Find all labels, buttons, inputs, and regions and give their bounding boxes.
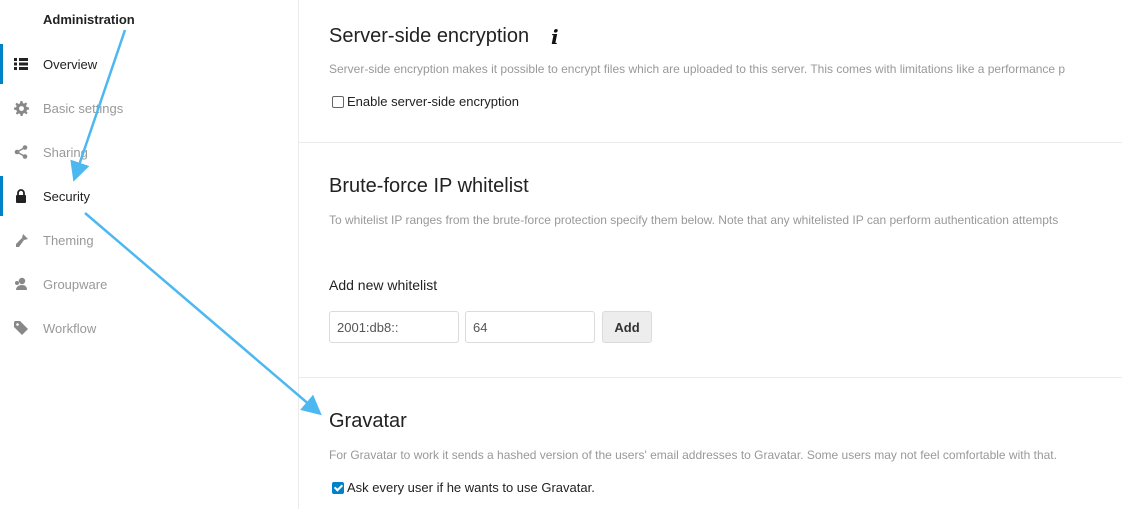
sidebar-item-security[interactable]: Security [0, 176, 297, 216]
add-whitelist-title: Add new whitelist [329, 277, 438, 293]
bruteforce-description: To whitelist IP ranges from the brute-fo… [329, 213, 1059, 227]
sidebar-item-label: Overview [43, 56, 98, 72]
sidebar-item-label: Groupware [43, 276, 108, 292]
sidebar-item-label: Theming [43, 232, 94, 248]
main-content: Server-side encryption i Server-side enc… [299, 0, 1122, 509]
gravatar-section: Gravatar For Gravatar to work it sends a… [299, 378, 1122, 509]
share-icon [13, 144, 29, 160]
enable-encryption-option[interactable]: Enable server-side encryption [332, 94, 519, 109]
inactive-indicator [0, 264, 3, 304]
whitelist-ip-input[interactable] [329, 311, 459, 343]
bruteforce-section: Brute-force IP whitelist To whitelist IP… [299, 143, 1122, 377]
paintbrush-icon [13, 232, 29, 248]
sidebar-item-overview[interactable]: Overview [0, 44, 297, 84]
sidebar-heading: Administration [43, 12, 135, 27]
gravatar-option[interactable]: Ask every user if he wants to use Gravat… [332, 480, 595, 495]
bruteforce-title: Brute-force IP whitelist [329, 175, 529, 197]
enable-encryption-checkbox[interactable] [332, 95, 344, 108]
inactive-indicator [0, 132, 3, 172]
add-whitelist-button[interactable]: Add [602, 311, 652, 343]
sidebar-item-theming[interactable]: Theming [0, 220, 297, 260]
sidebar-item-label: Security [43, 188, 90, 204]
encryption-description: Server-side encryption makes it possible… [329, 62, 1066, 76]
sidebar-item-label: Workflow [43, 320, 97, 336]
encryption-title: Server-side encryption [329, 25, 530, 47]
gravatar-title: Gravatar [329, 410, 407, 432]
sidebar: Administration Overview Basic settings S… [0, 0, 299, 509]
gravatar-checkbox[interactable] [332, 481, 344, 494]
sidebar-item-label: Sharing [43, 144, 88, 160]
whitelist-mask-input[interactable] [465, 311, 595, 343]
inactive-indicator [0, 88, 3, 128]
enable-encryption-label: Enable server-side encryption [347, 94, 519, 109]
sidebar-item-workflow[interactable]: Workflow [0, 308, 297, 348]
gravatar-checkbox-label: Ask every user if he wants to use Gravat… [347, 480, 595, 495]
info-icon[interactable]: i [551, 25, 559, 49]
active-indicator [0, 176, 3, 216]
gear-icon [13, 100, 29, 116]
inactive-indicator [0, 220, 3, 260]
lock-icon [13, 188, 29, 204]
inactive-indicator [0, 308, 3, 348]
encryption-section: Server-side encryption i Server-side enc… [299, 0, 1122, 142]
tag-icon [13, 320, 29, 336]
sidebar-item-sharing[interactable]: Sharing [0, 132, 297, 172]
gravatar-description: For Gravatar to work it sends a hashed v… [329, 448, 1057, 462]
sidebar-item-groupware[interactable]: Groupware [0, 264, 297, 304]
sidebar-item-basic-settings[interactable]: Basic settings [0, 88, 297, 128]
active-indicator [0, 44, 3, 84]
list-icon [13, 56, 29, 72]
sidebar-item-label: Basic settings [43, 100, 124, 116]
user-icon [13, 276, 29, 292]
